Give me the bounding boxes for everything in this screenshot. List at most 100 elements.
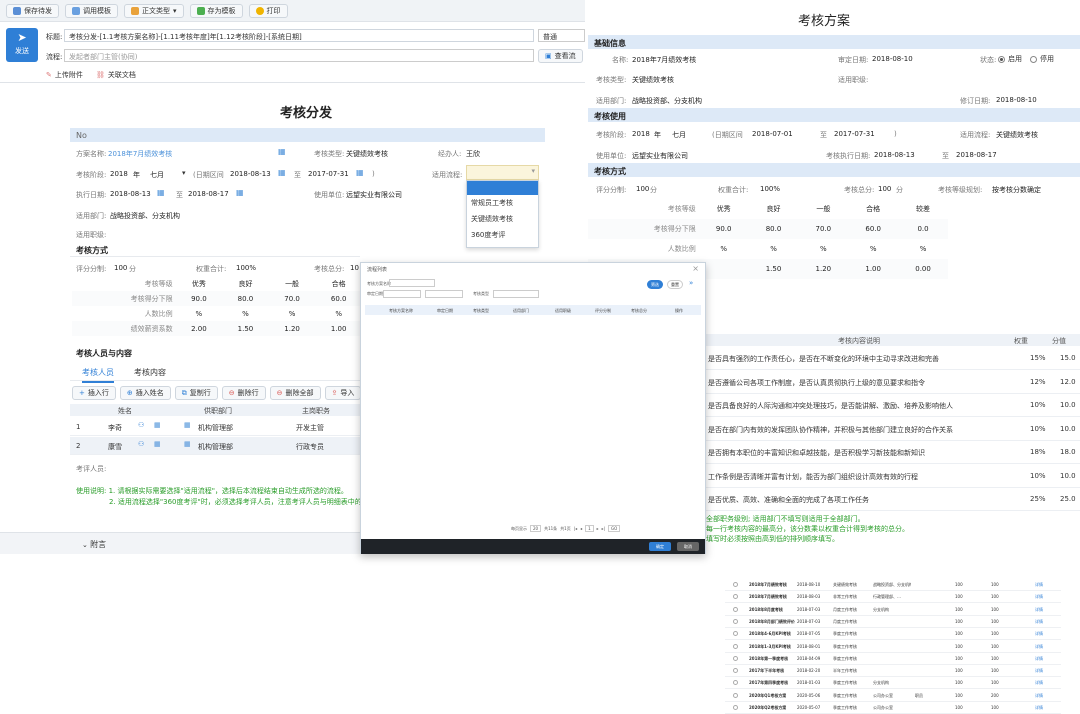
save-draft-button[interactable]: 保存待发 (6, 4, 59, 18)
dropdown-option[interactable]: 360度考评 (467, 227, 538, 243)
modal-table-row[interactable]: 2018年7月绩效考核 2018-08-03 非常工作考核 行政管理部、… 100 100… (725, 591, 1061, 604)
body-type-button[interactable]: 正文类型 ▾ (124, 4, 184, 18)
print-button[interactable]: 打印 (248, 4, 288, 18)
send-button[interactable]: ➤ 发送 (6, 28, 38, 62)
last-page-icon[interactable]: ▸| (602, 526, 605, 531)
staff-action-button[interactable]: ⧉ 复制行 (174, 386, 218, 400)
next-page-icon[interactable]: ▸ (597, 526, 599, 531)
modal-table-row[interactable]: 2018年8月度考核 2018-07-03 月度工作考核 分支机构 100 100 详情 (725, 604, 1061, 616)
modal-table-row[interactable]: 2018年8月部门绩效评价 2018-07-03 月度工作考核 100 100 详情 (725, 616, 1061, 628)
user-picker-icon[interactable]: ⚇ (138, 421, 144, 429)
prev-page-icon[interactable]: ◂ (580, 526, 582, 531)
radio-icon[interactable] (733, 631, 738, 637)
modal-table-row[interactable]: 2018年第一季度考核 2018-04-09 季度工作考核 100 100 详情 (725, 653, 1061, 665)
modal-table-row[interactable]: 2018年4-6月KPI考核 2018-07-05 季度工作考核 100 100 详情 (725, 628, 1061, 641)
calendar-icon[interactable]: ▦ (236, 188, 244, 197)
exec-end[interactable]: 2018-08-17 (188, 190, 229, 198)
radio-icon[interactable] (733, 618, 738, 624)
staff-action-button[interactable]: ⊖ 删除行 (221, 386, 266, 400)
filter-type-input[interactable] (493, 290, 539, 298)
range-to: 至 (294, 171, 301, 179)
go-button[interactable]: GO (608, 525, 621, 532)
view-flow-button[interactable]: ▣ 查看流 (538, 49, 583, 63)
table-row[interactable]: 2 康雪 机构管理部 行政专员 ⚇ ▦ ▦ (70, 437, 360, 455)
calendar-icon[interactable]: ▦ (154, 440, 161, 448)
range-end[interactable]: 2017-07-31 (308, 170, 349, 178)
priority-select[interactable]: 普通 (538, 29, 585, 42)
tab-content[interactable]: 考核内容 (134, 367, 166, 378)
radio-icon[interactable] (733, 705, 738, 710)
radio-icon[interactable] (733, 692, 738, 698)
status-on-radio[interactable]: 启用 (998, 54, 1022, 64)
title-field[interactable]: 考核分发-[1.1考核方案名称]-[1.11考核年度]年[1.12考核阶段]-[… (64, 29, 534, 42)
status-off-radio[interactable]: 停用 (1030, 54, 1054, 64)
modal-cell: 100 (991, 594, 999, 600)
table-row[interactable]: 1 李奇 机构管理部 开发主管 ⚇ ▦ ▦ (70, 418, 360, 436)
calendar-icon[interactable]: ▦ (278, 168, 286, 177)
modal-table-row[interactable]: 2018年1-3月KPI考核 2018-08-01 季度工作考核 100 100 详情 (725, 641, 1061, 653)
flow-field[interactable]: 发起者部门主管(协同) (64, 49, 534, 62)
detail-link[interactable]: 详情 (1035, 631, 1043, 637)
filter-name-input[interactable] (389, 279, 435, 287)
col-post: 主岗职务 (302, 407, 330, 415)
user-picker-icon[interactable]: ⚇ (138, 440, 144, 448)
close-icon[interactable]: × (692, 264, 699, 273)
rgrade-label: 考核等级规划: (938, 186, 983, 194)
process-select[interactable]: ▾ (466, 165, 539, 180)
calendar-icon[interactable]: ▦ (154, 421, 161, 429)
radio-icon[interactable] (733, 668, 738, 674)
page-input[interactable]: 1 (585, 525, 594, 532)
radio-icon[interactable] (733, 606, 738, 612)
expand-icon[interactable]: » (689, 279, 693, 287)
radio-icon[interactable] (733, 594, 738, 600)
radio-icon[interactable] (733, 643, 738, 649)
dept-picker-icon[interactable]: ▦ (184, 421, 191, 429)
page-size-select[interactable]: 20 (530, 525, 542, 532)
template-icon (72, 7, 80, 15)
modal-table-row[interactable]: 2018年7月绩效考核 2018-08-10 关键绩效考核 战略投资部、分支机构 100… (725, 579, 1061, 591)
modal-table-row[interactable]: 2020年Q1考核方案 2020-05-06 季度工作考核 公司办公室 职员 100 200… (725, 690, 1061, 702)
filter-button[interactable]: 筛选 (647, 280, 663, 289)
dept-picker-icon[interactable]: ▦ (184, 440, 191, 448)
staff-action-button[interactable]: + 插入行 (72, 386, 116, 400)
detail-link[interactable]: 详情 (1035, 644, 1043, 650)
modal-table-row[interactable]: 2020年Q2考核方案 2020-05-07 季度工作考核 公司办公室 100 100 详情 (725, 702, 1061, 714)
radio-icon[interactable] (733, 582, 738, 587)
detail-link[interactable]: 详情 (1035, 693, 1043, 699)
dropdown-option[interactable] (467, 181, 538, 195)
related-doc-button[interactable]: ⛓ 关联文档 (96, 70, 136, 80)
calendar-icon[interactable]: ▦ (356, 168, 364, 177)
stage-month[interactable]: 七月 (150, 170, 164, 180)
modal-table-row[interactable]: 2017年第四季度考核 2018-01-03 季度工作考核 分支机构 100 100 详情 (725, 677, 1061, 690)
modal-table-row[interactable]: 2017年下半年考核 2018-02-20 半年工作考核 100 100 详情 (725, 665, 1061, 678)
reset-button[interactable]: 重置 (667, 280, 683, 289)
load-template-button[interactable]: 调用模板 (65, 4, 118, 18)
grade-cell: 1.20 (268, 321, 316, 336)
dropdown-option[interactable]: 常规员工考核 (467, 195, 538, 211)
detail-link[interactable]: 详情 (1035, 680, 1043, 686)
staff-action-button[interactable]: ⇪ 导入 (324, 386, 362, 400)
radio-icon[interactable] (733, 655, 738, 661)
radio-icon[interactable] (733, 680, 738, 686)
filter-date-input-2[interactable] (425, 290, 463, 298)
cancel-button[interactable]: 取消 (677, 542, 699, 551)
detail-link[interactable]: 详情 (1035, 619, 1043, 625)
filter-date-input[interactable] (383, 290, 421, 298)
detail-link[interactable]: 详情 (1035, 582, 1043, 588)
detail-link[interactable]: 详情 (1035, 607, 1043, 613)
save-as-template-button[interactable]: 存为模板 (189, 4, 243, 18)
detail-link[interactable]: 详情 (1035, 656, 1043, 662)
detail-link[interactable]: 详情 (1035, 668, 1043, 674)
ok-button[interactable]: 确定 (649, 542, 671, 551)
upload-attachment-button[interactable]: ✎ 上传附件 (46, 70, 83, 80)
staff-action-button[interactable]: ⊕ 插入姓名 (119, 386, 171, 400)
range-start[interactable]: 2018-08-13 (230, 170, 271, 178)
calendar-icon[interactable]: ▦ (157, 188, 165, 197)
exec-start[interactable]: 2018-08-13 (110, 190, 151, 198)
first-page-icon[interactable]: |◂ (574, 526, 577, 531)
detail-link[interactable]: 详情 (1035, 705, 1043, 711)
plan-picker-icon[interactable]: ▦ (278, 147, 286, 156)
detail-link[interactable]: 详情 (1035, 594, 1043, 600)
dropdown-option[interactable]: 关键绩效考核 (467, 211, 538, 227)
staff-action-button[interactable]: ⊖ 删除全部 (269, 386, 321, 400)
